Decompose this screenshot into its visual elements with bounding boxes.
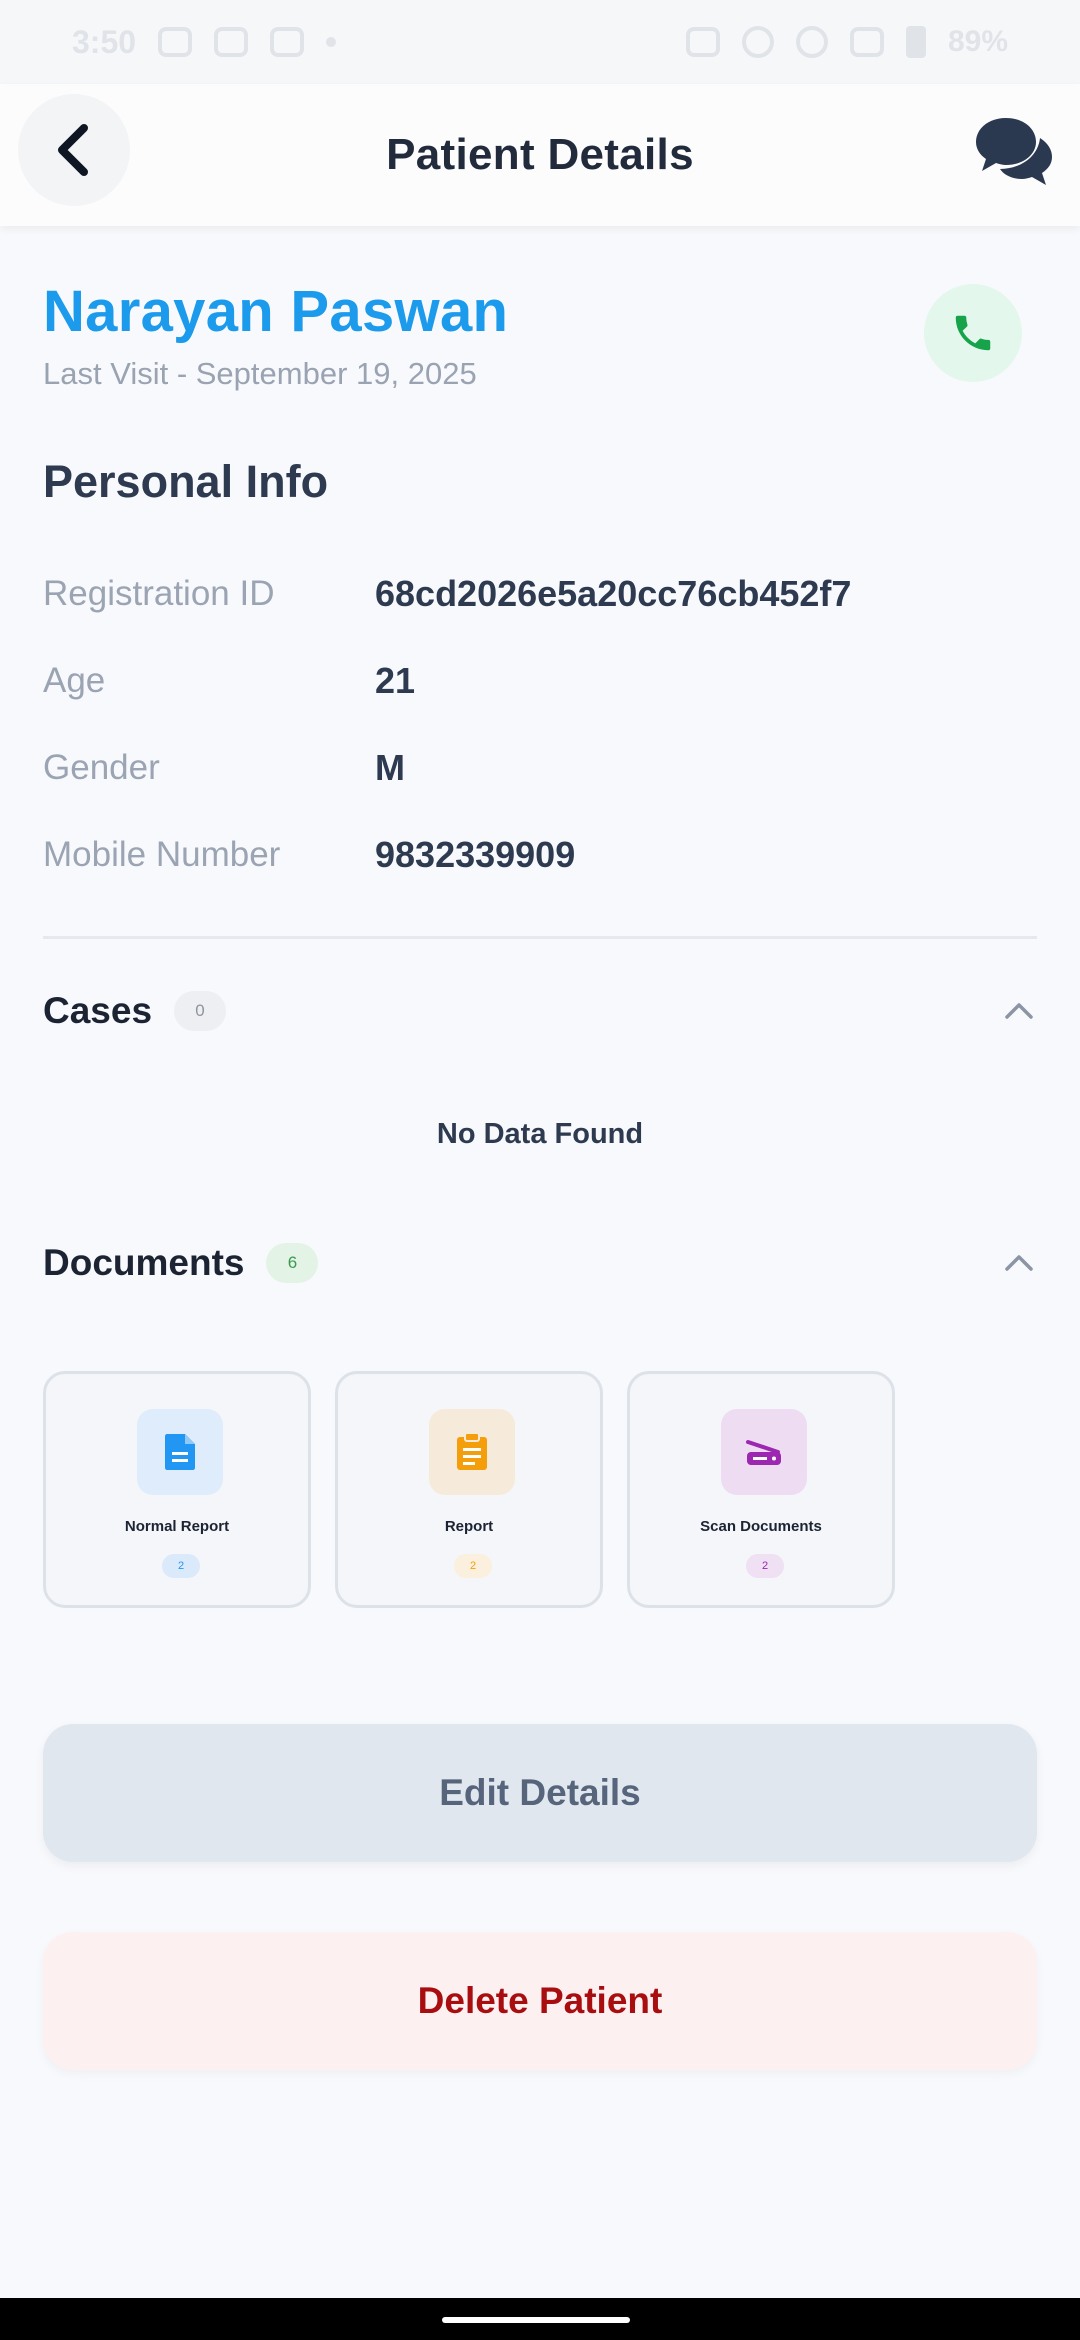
info-row-age: Age 21 [43,651,1043,711]
battery-icon [905,26,926,58]
cases-count-badge: 0 [174,991,227,1031]
scanner-icon [746,1440,781,1465]
doc-label: Scan Documents [700,1518,822,1535]
info-row-gender: Gender M [43,738,1043,798]
doc-icon-box [429,1409,515,1495]
clipboard-icon [457,1432,487,1470]
document-icon [165,1434,195,1470]
signal-icon [849,27,884,57]
doc-icon-box [137,1409,223,1495]
app-header: Patient Details [0,84,1080,226]
doc-label: Report [444,1518,494,1535]
info-label: Gender [43,748,160,787]
patient-name: Narayan Paswan [43,279,509,344]
wifi-icon [795,26,828,58]
doc-count-badge: 2 [454,1554,492,1578]
call-button[interactable] [924,284,1022,382]
chevron-left-icon [58,124,88,176]
phone-icon [955,315,991,351]
alarm-icon [741,26,774,58]
info-row-registration-id: Registration ID 68cd2026e5a20cc76cb452f7 [43,564,1043,624]
chat-bubbles-icon [976,118,1052,185]
battery-percent: 89% [947,25,1008,58]
documents-accordion-header[interactable]: Documents 6 [43,1233,1037,1293]
back-button[interactable] [18,94,130,206]
document-card-report[interactable]: Report 2 [335,1371,603,1608]
delete-patient-button[interactable]: Delete Patient [43,1932,1037,2070]
info-label: Registration ID [43,574,275,613]
status-right: 89% [685,25,1008,59]
chevron-up-icon[interactable] [1001,1245,1037,1281]
notification-dot-icon [326,37,337,47]
info-label: Mobile Number [43,835,281,874]
home-indicator[interactable] [442,2317,630,2323]
document-card-normal-report[interactable]: Normal Report 2 [43,1371,311,1608]
video-icon [158,27,193,57]
instagram-icon [214,27,249,57]
section-divider [43,936,1037,939]
info-row-mobile-number: Mobile Number 9832339909 [43,825,1043,885]
info-value: 9832339909 [375,834,576,875]
personal-info-title: Personal Info [43,456,329,507]
cases-empty-text: No Data Found [436,1118,644,1150]
page-title: Patient Details [386,130,694,179]
edit-details-button[interactable]: Edit Details [43,1724,1037,1862]
doc-count-badge: 2 [746,1554,784,1578]
doc-icon-box [721,1409,807,1495]
info-value: 68cd2026e5a20cc76cb452f7 [375,573,852,614]
keyboard-icon [685,27,720,57]
doc-label: Normal Report [124,1518,230,1535]
status-left: 3:50 [72,23,337,61]
documents-title: Documents [43,1242,245,1283]
info-label: Age [43,661,106,700]
status-bar: 3:50 89% [0,0,1080,84]
cases-accordion-header[interactable]: Cases 0 [43,981,1037,1041]
info-value: 21 [375,660,416,701]
documents-count-badge: 6 [266,1243,319,1283]
last-visit-text: Last Visit - September 19, 2025 [43,356,477,391]
doc-count-badge: 2 [162,1554,200,1578]
document-card-scan-documents[interactable]: Scan Documents 2 [627,1371,895,1608]
chevron-up-icon[interactable] [1001,993,1037,1029]
status-time: 3:50 [72,23,137,60]
chat-button[interactable] [972,114,1056,190]
instagram-icon [270,27,305,57]
info-value: M [375,747,405,788]
cases-title: Cases [43,990,153,1031]
